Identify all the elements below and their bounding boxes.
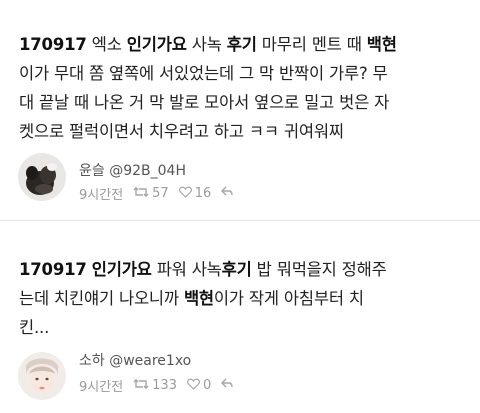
tweet-2-line-1: 170917 인기가요 파워 사녹후기 밥 뭐먹을지 정해주 — [19, 255, 471, 284]
text-segment: 이가 무대 쫌 옆쪽에 서있었는데 그 막 반짝이 가루? 무 — [19, 64, 388, 83]
text-segment: 170917 — [19, 260, 87, 279]
text-segment: 이가 작게 아침부터 치 — [213, 289, 364, 308]
retweet-icon — [133, 186, 149, 202]
author-name[interactable]: 윤슬 @92B_04H — [79, 160, 186, 180]
author-name[interactable]: 소하 @weare1xo — [79, 350, 191, 370]
tweet-2-line-2: 는데 치킨얘기 나오니까 백현이가 작게 아침부터 치 — [19, 284, 471, 313]
tweet-1-text: 170917 엑소 인기가요 사녹 후기 마무리 멘트 때 백현 이가 무대 쫌… — [19, 30, 471, 146]
avatar-image — [18, 153, 66, 201]
like-count: 16 — [194, 186, 212, 201]
reply-icon — [221, 378, 233, 393]
text-segment: 대 끝날 때 나온 거 막 발로 모아서 옆으로 밀고 벗은 자 — [19, 93, 390, 112]
avatar[interactable] — [18, 153, 66, 201]
tweet-1[interactable]: 170917 엑소 인기가요 사녹 후기 마무리 멘트 때 백현 이가 무대 쫌… — [0, 0, 480, 220]
text-segment: 백현 — [366, 35, 397, 54]
reply-button[interactable] — [221, 378, 236, 393]
retweet-count: 133 — [152, 378, 177, 393]
text-segment: 파워 사녹 — [151, 260, 222, 279]
text-segment: 켓으로 펄럭이면서 치우려고 하고 ㅋㅋ 귀여워찌 — [19, 122, 344, 141]
retweet-count: 57 — [152, 186, 169, 201]
avatar-image — [18, 352, 66, 400]
tweet-2-line-3: 킨... — [19, 313, 471, 342]
heart-icon — [187, 378, 200, 394]
heart-icon — [178, 186, 192, 202]
tweet-meta: 9시간전 133 0 — [79, 376, 236, 395]
like-button[interactable]: 0 — [187, 378, 211, 394]
text-segment: 밥 뭐먹을지 정해주 — [251, 260, 387, 279]
timestamp: 9시간전 — [79, 188, 124, 203]
tweet-2-text: 170917 인기가요 파워 사녹후기 밥 뭐먹을지 정해주 는데 치킨얘기 나… — [19, 255, 471, 342]
tweet-1-line-3: 대 끝날 때 나온 거 막 발로 모아서 옆으로 밀고 벗은 자 — [19, 88, 471, 117]
like-button[interactable]: 16 — [178, 186, 212, 202]
text-segment: 킨... — [19, 318, 50, 337]
tweet-meta: 9시간전 57 16 — [79, 184, 236, 203]
tweet-1-line-1: 170917 엑소 인기가요 사녹 후기 마무리 멘트 때 백현 — [19, 30, 471, 59]
text-segment: 는데 치킨얘기 나오니까 — [19, 289, 184, 308]
reply-icon — [221, 186, 233, 201]
text-segment: 사녹 — [186, 35, 227, 54]
tweet-2[interactable]: 170917 인기가요 파워 사녹후기 밥 뭐먹을지 정해주 는데 치킨얘기 나… — [0, 221, 480, 413]
retweet-icon — [133, 378, 149, 394]
tweet-1-line-2: 이가 무대 쫌 옆쪽에 서있었는데 그 막 반짝이 가루? 무 — [19, 59, 471, 88]
reply-button[interactable] — [221, 186, 236, 201]
tweet-1-line-4: 켓으로 펄럭이면서 치우려고 하고 ㅋㅋ 귀여워찌 — [19, 117, 471, 146]
text-segment: 엑소 — [86, 35, 127, 54]
retweet-button[interactable]: 133 — [133, 378, 177, 394]
text-segment: 후기 — [221, 260, 252, 279]
text-segment: 마무리 멘트 때 — [256, 35, 367, 54]
text-segment: 170917 — [19, 35, 87, 54]
like-count: 0 — [202, 378, 212, 393]
text-segment: 인기가요 — [91, 260, 152, 279]
text-segment: 후기 — [226, 35, 257, 54]
avatar[interactable] — [18, 352, 66, 400]
timestamp: 9시간전 — [79, 380, 124, 395]
text-segment: 인기가요 — [126, 35, 187, 54]
retweet-button[interactable]: 57 — [133, 186, 169, 202]
text-segment: 백현 — [183, 289, 214, 308]
